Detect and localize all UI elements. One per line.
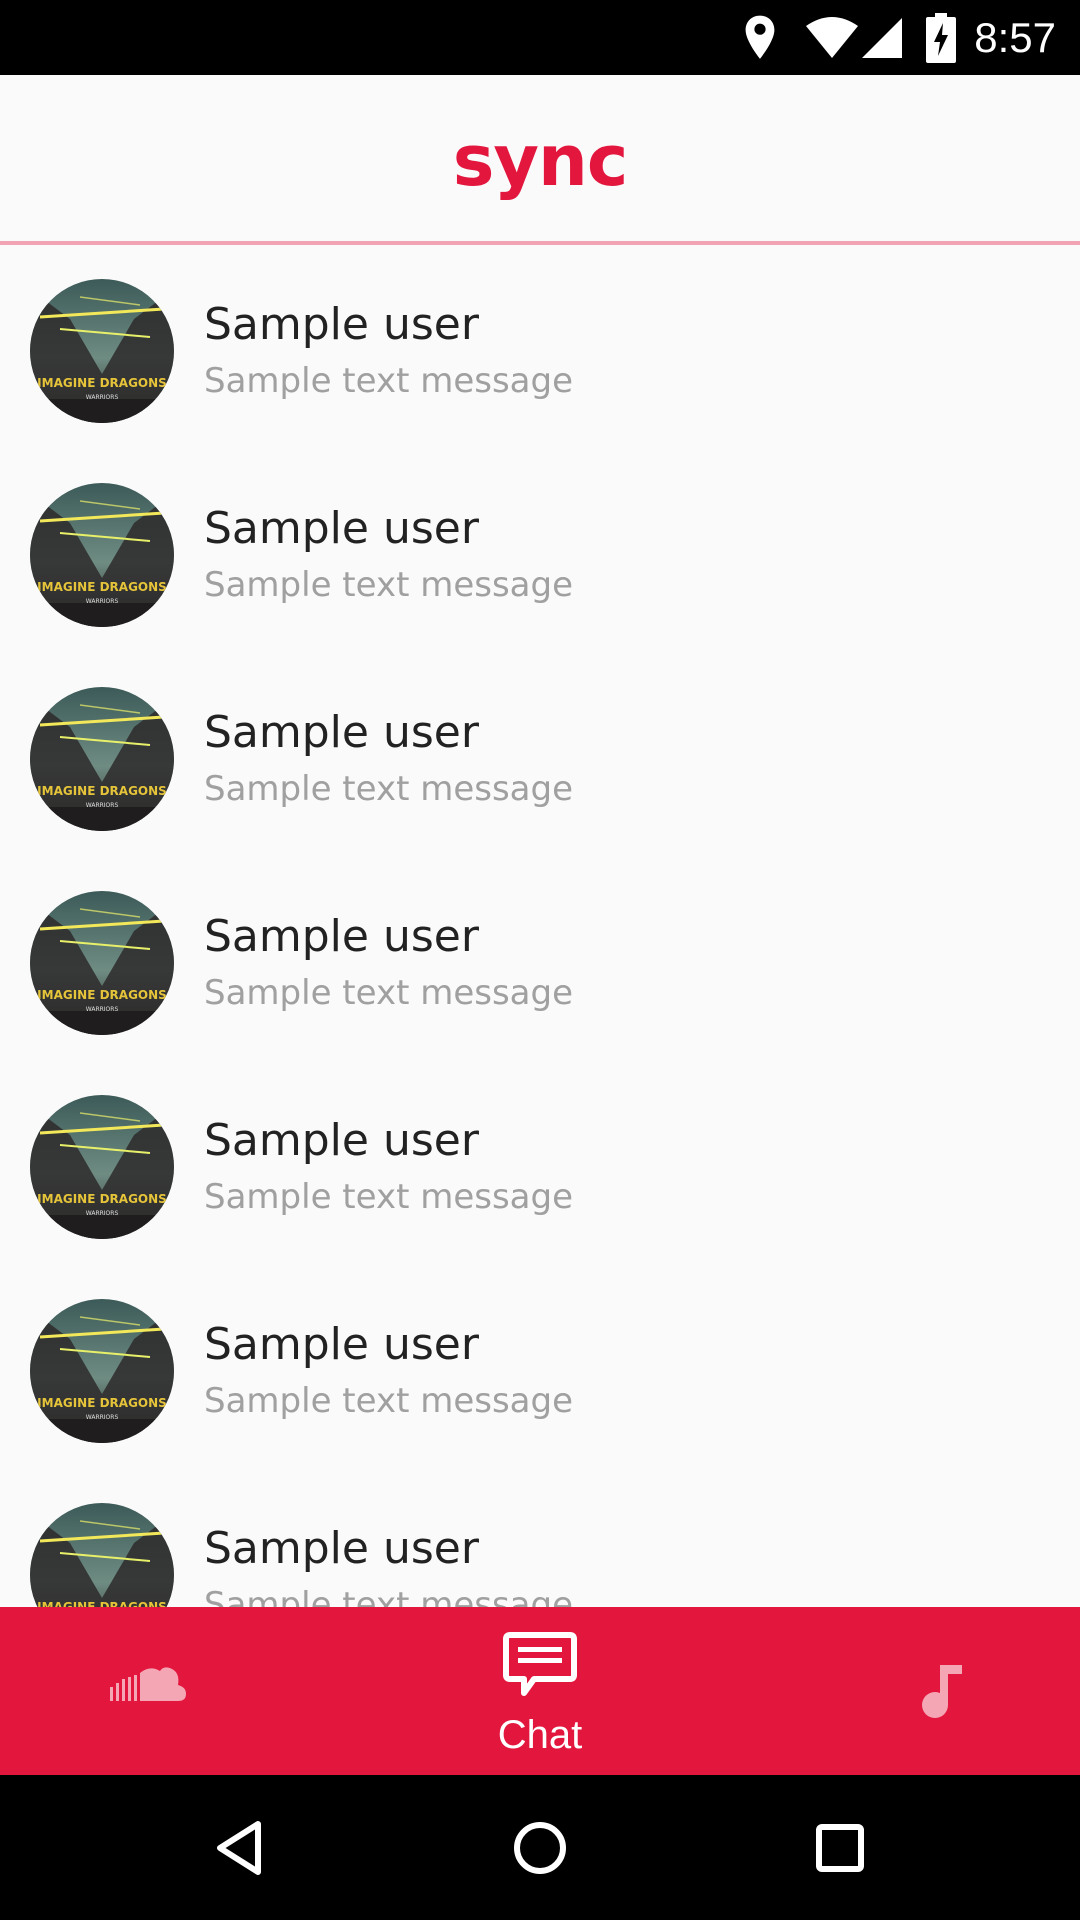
nav-chat-label: Chat [497,1713,583,1757]
location-icon [745,15,775,59]
conversation-name: Sample user [204,707,479,758]
status-icons: 8:57 [740,0,1056,75]
conversation-message: Sample text message [204,973,574,1013]
conversation-row[interactable]: IMAGINE DRAGONS WARRIORS Sample user Samp… [0,1269,1080,1473]
recents-button[interactable] [780,1775,900,1920]
avatar: IMAGINE DRAGONS WARRIORS [30,1503,174,1607]
battery-charging-icon [926,12,957,63]
wifi-icon [806,16,859,58]
conversation-row[interactable]: IMAGINE DRAGONS WARRIORS Sample user Samp… [0,1473,1080,1607]
conversation-row[interactable]: IMAGINE DRAGONS WARRIORS Sample user Samp… [0,1065,1080,1269]
status-bar: 8:57 [0,0,1080,75]
avatar: IMAGINE DRAGONS WARRIORS [30,891,174,1035]
nav-item-soundcloud[interactable] [100,1607,190,1775]
svg-text:WARRIORS: WARRIORS [86,802,119,809]
conversation-message: Sample text message [204,565,574,605]
system-nav-bar [0,1775,1080,1920]
conversation-name: Sample user [204,503,479,554]
conversation-name: Sample user [204,1319,479,1370]
conversation-message: Sample text message [204,769,574,809]
back-button[interactable] [180,1775,300,1920]
conversation-row[interactable]: IMAGINE DRAGONS WARRIORS Sample user Samp… [0,249,1080,453]
svg-text:IMAGINE DRAGONS: IMAGINE DRAGONS [37,1192,167,1206]
conversation-name: Sample user [204,1523,479,1574]
app-title: sync [452,120,629,202]
recents-icon [816,1823,864,1872]
svg-text:WARRIORS: WARRIORS [86,1006,119,1013]
avatar: IMAGINE DRAGONS WARRIORS [30,279,174,423]
conversation-list[interactable]: IMAGINE DRAGONS WARRIORS Sample user Samp… [0,249,1080,1607]
conversation-row[interactable]: IMAGINE DRAGONS WARRIORS Sample user Samp… [0,657,1080,861]
conversation-message: Sample text message [204,1381,574,1421]
conversation-row[interactable]: IMAGINE DRAGONS WARRIORS Sample user Samp… [0,861,1080,1065]
bottom-nav: Chat [0,1607,1080,1775]
nav-item-chat[interactable]: Chat [440,1607,640,1775]
svg-text:IMAGINE DRAGONS: IMAGINE DRAGONS [37,580,167,594]
svg-text:IMAGINE DRAGONS: IMAGINE DRAGONS [37,1396,167,1410]
avatar: IMAGINE DRAGONS WARRIORS [30,483,174,627]
home-icon [514,1821,566,1874]
svg-text:IMAGINE DRAGONS: IMAGINE DRAGONS [37,376,167,390]
conversation-name: Sample user [204,1115,479,1166]
conversation-name: Sample user [204,911,479,962]
signal-icon [862,17,903,58]
svg-text:WARRIORS: WARRIORS [86,394,119,401]
conversation-message: Sample text message [204,361,574,401]
svg-text:WARRIORS: WARRIORS [86,1210,119,1217]
conversation-name: Sample user [204,299,479,350]
home-button[interactable] [480,1775,600,1920]
conversation-message: Sample text message [204,1585,574,1607]
avatar: IMAGINE DRAGONS WARRIORS [30,1095,174,1239]
status-time: 8:57 [974,13,1056,61]
app-bar: sync [0,75,1080,245]
svg-text:WARRIORS: WARRIORS [86,598,119,605]
svg-text:IMAGINE DRAGONS: IMAGINE DRAGONS [37,988,167,1002]
nav-item-music[interactable] [895,1607,985,1775]
avatar: IMAGINE DRAGONS WARRIORS [30,1299,174,1443]
conversation-row[interactable]: IMAGINE DRAGONS WARRIORS Sample user Samp… [0,453,1080,657]
avatar: IMAGINE DRAGONS WARRIORS [30,687,174,831]
soundcloud-icon [110,1667,186,1701]
chat-icon [503,1632,577,1696]
music-note-icon [922,1665,962,1718]
back-icon [217,1820,261,1875]
svg-text:IMAGINE DRAGONS: IMAGINE DRAGONS [37,784,167,798]
svg-text:WARRIORS: WARRIORS [86,1414,119,1421]
conversation-message: Sample text message [204,1177,574,1217]
svg-text:IMAGINE DRAGONS: IMAGINE DRAGONS [37,1600,167,1607]
